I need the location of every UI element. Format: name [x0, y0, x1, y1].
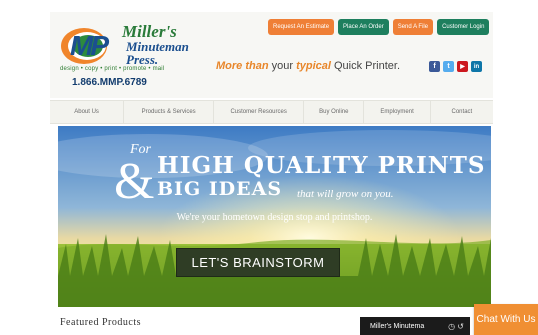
nav-buy-online[interactable]: Buy Online [304, 101, 365, 123]
nav-products-services[interactable]: Products & Services [124, 101, 215, 123]
services-tagline: design • copy • print • promote • mail [60, 66, 165, 72]
logo[interactable]: MP Miller's Minuteman Press. [60, 18, 200, 70]
page: MP Miller's Minuteman Press. design • co… [0, 0, 538, 335]
hero-ampersand: & [114, 153, 155, 210]
hero-banner[interactable]: For & HIGH QUALITY PRINTS BIG IDEAS that… [58, 126, 491, 307]
nav-employment[interactable]: Employment [364, 101, 431, 123]
hero-subtitle: We're your hometown design stop and prin… [176, 212, 373, 223]
header-buttons: Request An Estimate Place An Order Send … [268, 19, 490, 35]
youtube-icon[interactable]: ▶ [457, 61, 468, 72]
lets-brainstorm-button[interactable]: LET'S BRAINSTORM [176, 248, 340, 277]
customer-login-button[interactable]: Customer Login [437, 19, 490, 35]
hero-tagline: that will grow on you. [297, 188, 394, 200]
send-file-button[interactable]: Send A File [392, 19, 434, 35]
phone-number[interactable]: 1.866.MMP.6789 [72, 77, 147, 88]
social-links: f t ▶ in [429, 61, 482, 72]
slogan-emph1: More than [216, 60, 269, 72]
nav-customer-resources[interactable]: Customer Resources [214, 101, 305, 123]
place-order-button[interactable]: Place An Order [338, 19, 389, 35]
facebook-icon[interactable]: f [429, 61, 440, 72]
request-estimate-button[interactable]: Request An Estimate [268, 19, 335, 35]
slogan-rest: Quick Printer. [330, 60, 401, 72]
slogan-middle: your [268, 60, 297, 72]
hero-headline-1: HIGH QUALITY PRINTS [157, 152, 486, 179]
video-player[interactable]: Miller's Minutema ◷ ↺ [360, 317, 470, 335]
featured-products-heading: Featured Products [60, 317, 141, 328]
slogan: More than your typical Quick Printer. [216, 60, 400, 72]
nav-about-us[interactable]: About Us [50, 101, 125, 123]
chat-button[interactable]: Chat With Us [474, 304, 538, 335]
logo-monogram: MP [70, 30, 109, 61]
slogan-emph2: typical [296, 60, 331, 72]
video-clock-icon[interactable]: ◷ ↺ [448, 322, 464, 331]
nav-contact[interactable]: Contact [431, 101, 493, 123]
linkedin-icon[interactable]: in [471, 61, 482, 72]
main-nav: About Us Products & Services Customer Re… [50, 100, 493, 124]
video-title: Miller's Minutema [370, 322, 425, 330]
twitter-icon[interactable]: t [443, 61, 454, 72]
hero-headline-2: BIG IDEAS [157, 178, 283, 200]
